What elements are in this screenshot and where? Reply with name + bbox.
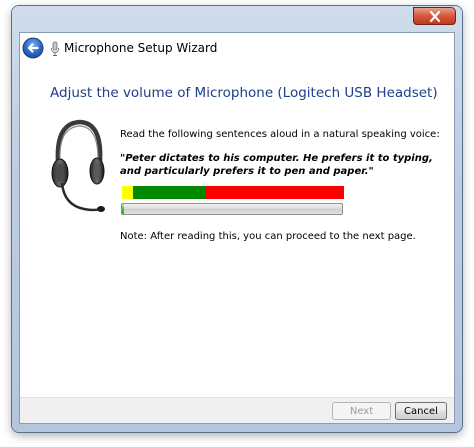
- reading-passage: "Peter dictates to his computer. He pref…: [120, 153, 433, 177]
- level-meter-segment: [206, 186, 344, 199]
- cancel-button[interactable]: Cancel: [395, 402, 447, 420]
- reading-progress-bar: [121, 203, 343, 215]
- headset-icon: [51, 119, 105, 212]
- close-button[interactable]: [413, 7, 456, 25]
- volume-level-meter: [122, 186, 344, 199]
- wizard-footer: Next Cancel: [20, 397, 454, 423]
- instruction-text: Read the following sentences aloud in a …: [120, 129, 440, 140]
- next-button[interactable]: Next: [332, 402, 391, 420]
- wizard-client-area: Microphone Setup Wizard Adjust the volum…: [19, 32, 455, 424]
- wizard-window: Microphone Setup Wizard Adjust the volum…: [12, 6, 462, 432]
- page-heading: Adjust the volume of Microphone (Logitec…: [50, 85, 438, 101]
- back-arrow-icon[interactable]: [22, 37, 44, 59]
- window-title: Microphone Setup Wizard: [64, 41, 218, 55]
- level-meter-segment: [133, 186, 207, 199]
- note-text: Note: After reading this, you can procee…: [120, 231, 416, 242]
- close-icon: [429, 11, 441, 22]
- microphone-icon: [51, 41, 59, 56]
- wizard-header: Microphone Setup Wizard: [20, 33, 454, 65]
- progress-fill: [122, 204, 125, 214]
- level-meter-segment: [122, 186, 134, 199]
